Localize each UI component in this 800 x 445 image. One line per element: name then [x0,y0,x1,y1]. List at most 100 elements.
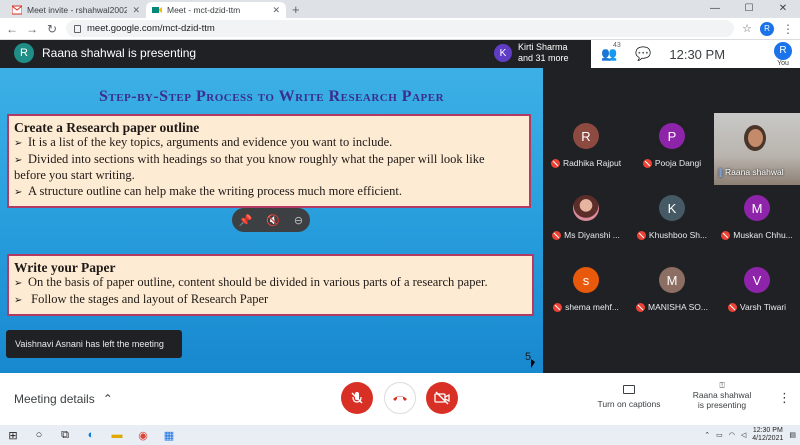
edge-icon[interactable]: ◐ [78,429,104,441]
slide-box-write: Write your Paper On the basis of paper o… [7,254,534,316]
participant-name: Radhika Rajput [562,158,622,168]
remove-icon[interactable]: ⊖ [294,214,303,227]
participant-avatar: s [573,267,599,293]
window-controls: — ☐ ✕ [698,0,800,18]
tab-meet-invite[interactable]: Meet invite - rshahwal2002@gm ✕ [6,2,146,18]
url-input[interactable]: meet.google.com/mct-dzid-ttm [66,20,735,37]
search-icon[interactable]: ○ [26,429,52,441]
participant-tile[interactable]: K Khushboo Sh... [629,185,715,257]
meeting-details-button[interactable]: Meeting details ⌃ [14,392,113,406]
participant-tile[interactable]: M Muskan Chhu... [714,185,800,257]
close-icon[interactable]: ✕ [132,5,140,16]
leave-call-button[interactable] [384,382,416,414]
bookmark-star-icon[interactable]: ☆ [742,22,752,35]
presentation-stage: Step-by-Step Process to Write Research P… [0,68,543,373]
system-tray: ⌃ ▭ ◠ ◁ 12:30 PM 4/12/2021 ▤ [704,425,796,445]
minimize-icon[interactable]: — [698,0,732,18]
present-button[interactable]: ⍐ Raana shahwal is presenting [687,380,757,410]
participant-avatar: K [494,44,512,62]
participant-tile[interactable]: s shema mehf... [543,257,629,329]
gmail-icon [12,5,22,15]
maximize-icon[interactable]: ☐ [732,0,766,18]
speaking-icon: ||| [718,167,723,177]
bullet-item: Follow the stages and layout of Research… [14,292,527,309]
self-avatar[interactable]: R You [774,41,792,67]
back-icon[interactable]: ← [6,22,18,36]
file-explorer-icon[interactable]: ▬ [104,429,130,441]
meet-top-right: 👥 43 💬 12:30 PM R You [591,40,800,68]
meeting-toast: Vaishnavi Asnani has left the meeting [6,330,182,358]
reload-icon[interactable]: ↻ [46,22,58,36]
participant-label: Varsh Tiwari [727,302,786,312]
present-icon: ⍐ [719,380,725,390]
windows-start-icon[interactable]: ⊞ [0,429,26,442]
notifications-icon[interactable]: ▤ [789,431,796,439]
volume-icon[interactable]: ◁ [741,431,746,439]
participant-tile[interactable]: R Radhika Rajput [543,113,629,185]
mic-toggle-button[interactable] [341,382,373,414]
task-view-icon[interactable]: ⧉ [52,429,78,442]
forward-icon[interactable]: → [26,22,38,36]
participant-avatar: M [659,267,685,293]
others-indicator[interactable]: K Kirti Sharma and 31 more [494,42,569,64]
windows-taskbar: ⊞ ○ ⧉ ◐ ▬ ◉ ▦ ⌃ ▭ ◠ ◁ 12:30 PM 4/12/2021… [0,425,800,445]
meet-top-bar: R Raana shahwal is presenting K Kirti Sh… [0,40,800,68]
tab-title: Meet invite - rshahwal2002@gm [27,5,128,15]
mic-off-icon [727,302,737,312]
camera-off-icon [434,391,450,405]
presenter-text: Raana shahwal is presenting [42,46,197,60]
mute-icon[interactable]: 🔇 [266,214,280,227]
participant-name: Khushboo Sh... [648,230,708,240]
others-name: Kirti Sharma [518,42,568,52]
kebab-menu-icon[interactable]: ⋮ [782,22,794,36]
url-text: meet.google.com/mct-dzid-ttm [87,23,215,34]
mic-off-icon [636,230,646,240]
tab-title: Meet - mct-dzid-ttm [167,5,241,15]
participant-name: MANISHA SO... [648,302,708,312]
bullet-item: On the basis of paper outline, content s… [14,275,527,292]
others-count: and 31 more [518,53,569,63]
participant-tile[interactable]: M MANISHA SO... [629,257,715,329]
taskbar-date: 4/12/2021 [752,435,784,442]
tab-meet[interactable]: Meet - mct-dzid-ttm ✕ [146,2,286,18]
mic-off-icon [553,302,563,312]
captions-button[interactable]: Turn on captions [592,385,666,409]
participant-name: Ms Diyanshi ... [564,230,620,240]
battery-icon[interactable]: ▭ [716,431,723,439]
more-options-icon[interactable]: ⋮ [778,390,791,406]
participant-label: MANISHA SO... [636,302,708,312]
bullet-continuation: before you start writing. [14,168,135,182]
chat-icon[interactable]: 💬 [635,46,651,62]
bullet-item: Divided into sections with headings so t… [14,152,524,184]
presentation-controls: 📌 🔇 ⊖ [232,208,310,232]
participant-count: 43 [613,42,621,49]
wifi-icon[interactable]: ◠ [729,431,735,439]
chrome-icon[interactable]: ◉ [130,429,156,442]
pin-icon[interactable]: 📌 [239,214,253,227]
mic-off-icon [351,392,363,404]
profile-avatar[interactable]: R [760,21,774,36]
close-icon[interactable]: ✕ [272,5,280,16]
app-icon[interactable]: ▦ [156,429,182,442]
mic-off-icon [550,158,560,168]
new-tab-button[interactable]: + [292,2,300,18]
participant-name: Raana shahwal [725,167,784,177]
tray-chevron-icon[interactable]: ⌃ [704,431,710,439]
presenter-video-tile[interactable]: ||| Raana shahwal [714,113,800,185]
participant-tile[interactable]: V Varsh Tiwari [714,257,800,329]
taskbar-clock[interactable]: 12:30 PM 4/12/2021 [752,427,783,443]
camera-toggle-button[interactable] [426,382,458,414]
mic-off-icon [642,158,652,168]
box-heading: Write your Paper [14,260,116,275]
participant-name: shema mehf... [565,302,619,312]
bullet-text: Divided into sections with headings so t… [28,151,485,166]
presenter-avatar: R [14,43,34,63]
meeting-details-label: Meeting details [14,392,95,406]
present-label-line2: is presenting [697,400,747,410]
captions-label: Turn on captions [597,399,661,409]
participant-tile[interactable]: P Pooja Dangi [629,113,715,185]
people-icon[interactable]: 👥 43 [601,42,621,62]
participant-tile[interactable]: Ms Diyanshi ... [543,185,629,257]
bullet-item: It is a list of the key topics, argument… [14,135,524,152]
close-window-icon[interactable]: ✕ [766,0,800,18]
